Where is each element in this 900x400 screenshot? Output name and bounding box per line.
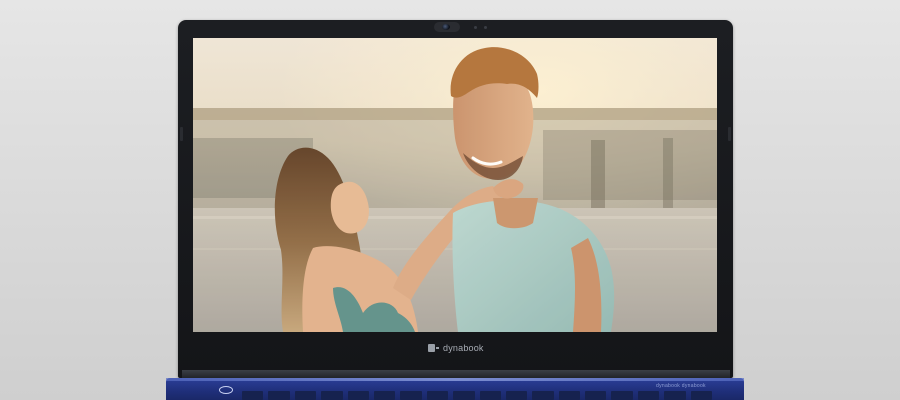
deck-label: dynabook dynabook [656,383,706,389]
brand-label: dynabook [443,343,484,353]
key[interactable] [268,391,290,400]
laptop: dynabook dynabook dynabook [0,0,900,400]
key[interactable] [532,391,554,400]
key[interactable] [558,391,581,400]
key[interactable] [664,391,686,400]
key[interactable] [400,391,422,400]
couple-photo [193,38,717,332]
microphone-dot [484,26,487,29]
power-button-icon[interactable] [219,386,233,394]
lid-bumper-right [728,127,731,141]
key[interactable] [637,391,660,400]
keyboard-keys [242,391,713,400]
key[interactable] [426,391,449,400]
key[interactable] [373,391,396,400]
key[interactable] [479,391,501,400]
dynabook-mark-icon [428,344,439,352]
brand-logo: dynabook [428,342,484,354]
key[interactable] [347,391,369,400]
key[interactable] [321,391,343,400]
lid-bumper-left [180,127,183,141]
key[interactable] [690,391,713,400]
key[interactable] [294,391,317,400]
camera-indicator-dot [474,26,477,29]
laptop-screen [193,38,717,332]
key[interactable] [585,391,607,400]
key[interactable] [453,391,475,400]
key[interactable] [505,391,528,400]
key[interactable] [242,391,264,400]
key[interactable] [611,391,633,400]
deck-edge-highlight [166,378,744,381]
webcam-icon [442,24,450,30]
